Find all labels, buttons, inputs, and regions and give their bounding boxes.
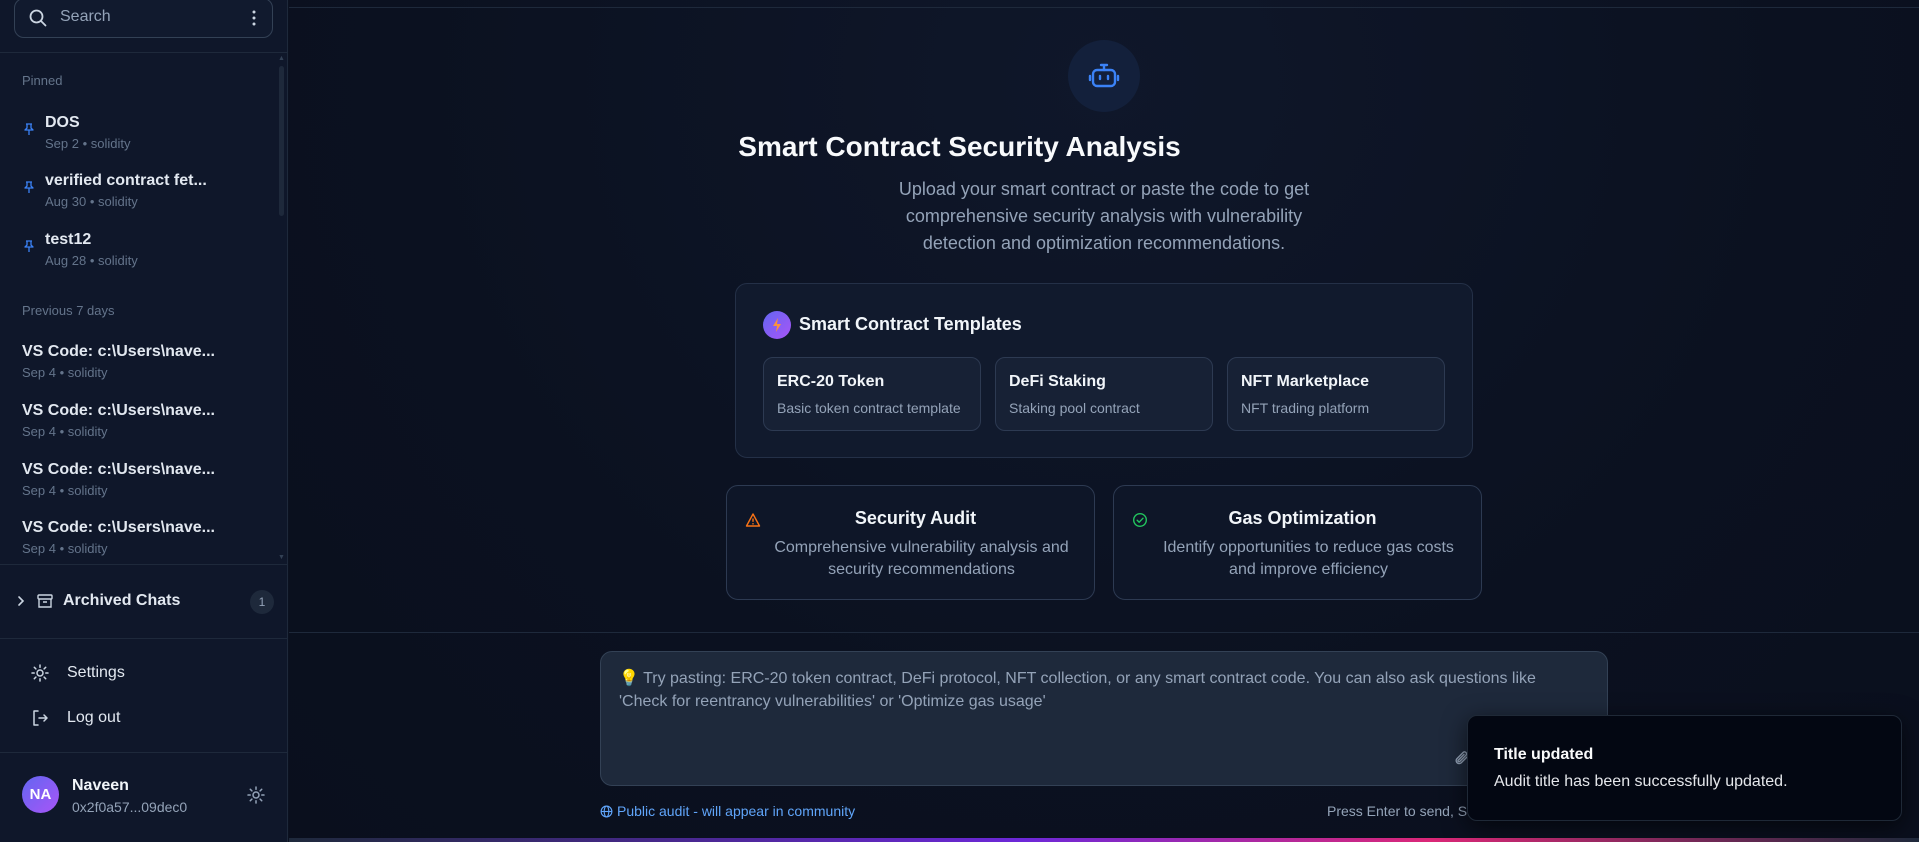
logout-icon	[33, 710, 48, 726]
chat-title: verified contract fet...	[45, 172, 207, 189]
divider	[289, 632, 1919, 633]
feature-title: Security Audit	[854, 508, 977, 528]
divider	[0, 52, 288, 53]
pinned-chat-item[interactable]: test12 Aug 28 • solidity	[0, 229, 276, 281]
toast-message: Audit title has been successfully update…	[1494, 773, 1788, 790]
chat-title: test12	[45, 231, 92, 248]
template-name: ERC-20 Token	[777, 373, 885, 390]
avatar: NA	[22, 776, 59, 813]
logout-button[interactable]: Log out	[28, 703, 268, 733]
page-subtitle: Upload your smart contract or paste the …	[898, 179, 1310, 253]
search-placeholder: Search	[60, 8, 111, 25]
template-card-nft-marketplace[interactable]: NFT Marketplace NFT trading platform	[1227, 357, 1445, 431]
chat-meta: Aug 30 • solidity	[45, 194, 138, 209]
recent-chat-item[interactable]: VS Code: c:\Users\nave... Sep 4 • solidi…	[0, 459, 276, 511]
user-name: Naveen	[72, 777, 129, 794]
message-input[interactable]: 💡 Try pasting: ERC-20 token contract, De…	[600, 651, 1608, 786]
recent-chat-item[interactable]: VS Code: c:\Users\nave... Sep 4 • solidi…	[0, 400, 276, 452]
archived-count-badge: 1	[250, 590, 274, 614]
pin-icon	[24, 240, 34, 252]
chat-title: VS Code: c:\Users\nave...	[22, 402, 215, 419]
template-card-defi-staking[interactable]: DeFi Staking Staking pool contract	[995, 357, 1213, 431]
public-audit-notice[interactable]: Public audit - will appear in community	[600, 803, 855, 819]
divider	[289, 7, 1919, 8]
scroll-down-arrow[interactable]: ▼	[278, 554, 285, 561]
message-placeholder: 💡 Try pasting: ERC-20 token contract, De…	[619, 670, 1536, 710]
logout-label: Log out	[67, 709, 121, 726]
template-card-erc20[interactable]: ERC-20 Token Basic token contract templa…	[763, 357, 981, 431]
templates-panel: Smart Contract Templates ERC-20 Token Ba…	[735, 283, 1473, 458]
bot-avatar	[1068, 40, 1140, 112]
chat-title: VS Code: c:\Users\nave...	[22, 519, 215, 536]
archive-icon	[37, 594, 53, 608]
section-label-pinned: Pinned	[22, 73, 63, 88]
wallet-address: 0x2f0a57...09dec0	[72, 799, 188, 815]
settings-button[interactable]: Settings	[28, 658, 268, 688]
feature-card-gas-optimization[interactable]: Gas Optimization Identify opportunities …	[1113, 485, 1482, 600]
toast-notification[interactable]: Title updated Audit title has been succe…	[1467, 715, 1902, 821]
section-label-previous: Previous 7 days	[22, 303, 115, 318]
chevron-right-icon	[18, 596, 25, 606]
template-desc: NFT trading platform	[1241, 400, 1370, 416]
divider	[0, 752, 288, 753]
templates-title: Smart Contract Templates	[799, 314, 1022, 334]
archived-label: Archived Chats	[63, 592, 181, 609]
recent-chat-item[interactable]: VS Code: c:\Users\nave... Sep 4 • solidi…	[0, 341, 276, 393]
more-vertical-icon[interactable]	[246, 8, 262, 28]
globe-icon	[600, 805, 613, 817]
toast-title: Title updated	[1494, 746, 1594, 763]
divider	[0, 638, 288, 639]
chat-meta: Sep 4 • solidity	[22, 365, 108, 380]
template-desc: Basic token contract template	[777, 400, 961, 416]
pin-icon	[24, 181, 34, 193]
sidebar: Search Pinned DOS Sep 2 • solidity verif…	[0, 0, 288, 842]
gear-icon[interactable]	[246, 785, 266, 805]
page-title: Smart Contract Security Analysis	[738, 131, 1181, 162]
recent-chat-item[interactable]: VS Code: c:\Users\nave... Sep 4 • solidi…	[0, 517, 276, 569]
send-hint: Press Enter to send, S	[1327, 803, 1468, 819]
feature-desc: Comprehensive vulnerability analysis and…	[774, 539, 1069, 578]
search-input[interactable]: Search	[14, 0, 273, 38]
pinned-chat-item[interactable]: verified contract fet... Aug 30 • solidi…	[0, 170, 276, 222]
bottom-accent-bar	[289, 838, 1919, 842]
chat-title: DOS	[45, 114, 80, 131]
scroll-up-arrow[interactable]: ▲	[278, 55, 285, 62]
chat-title: VS Code: c:\Users\nave...	[22, 461, 215, 478]
chat-meta: Sep 4 • solidity	[22, 483, 108, 498]
template-name: DeFi Staking	[1009, 373, 1106, 390]
chat-meta: Aug 28 • solidity	[45, 253, 138, 268]
feature-card-security-audit[interactable]: Security Audit Comprehensive vulnerabili…	[726, 485, 1095, 600]
chat-meta: Sep 4 • solidity	[22, 424, 108, 439]
lightning-icon	[763, 311, 791, 339]
feature-desc: Identify opportunities to reduce gas cos…	[1163, 539, 1454, 578]
robot-icon	[1088, 63, 1120, 88]
feature-title: Gas Optimization	[1228, 508, 1377, 528]
search-icon	[29, 9, 47, 27]
public-audit-label: Public audit - will appear in community	[617, 803, 856, 819]
user-profile[interactable]: NA Naveen 0x2f0a57...09dec0	[0, 760, 288, 830]
chat-title: VS Code: c:\Users\nave...	[22, 343, 215, 360]
template-name: NFT Marketplace	[1241, 373, 1370, 390]
settings-label: Settings	[67, 664, 125, 681]
divider	[0, 564, 288, 565]
gear-icon	[31, 664, 49, 682]
template-desc: Staking pool contract	[1009, 400, 1140, 416]
archived-chats-toggle[interactable]: Archived Chats 1	[0, 585, 288, 619]
chat-meta: Sep 4 • solidity	[22, 541, 108, 556]
